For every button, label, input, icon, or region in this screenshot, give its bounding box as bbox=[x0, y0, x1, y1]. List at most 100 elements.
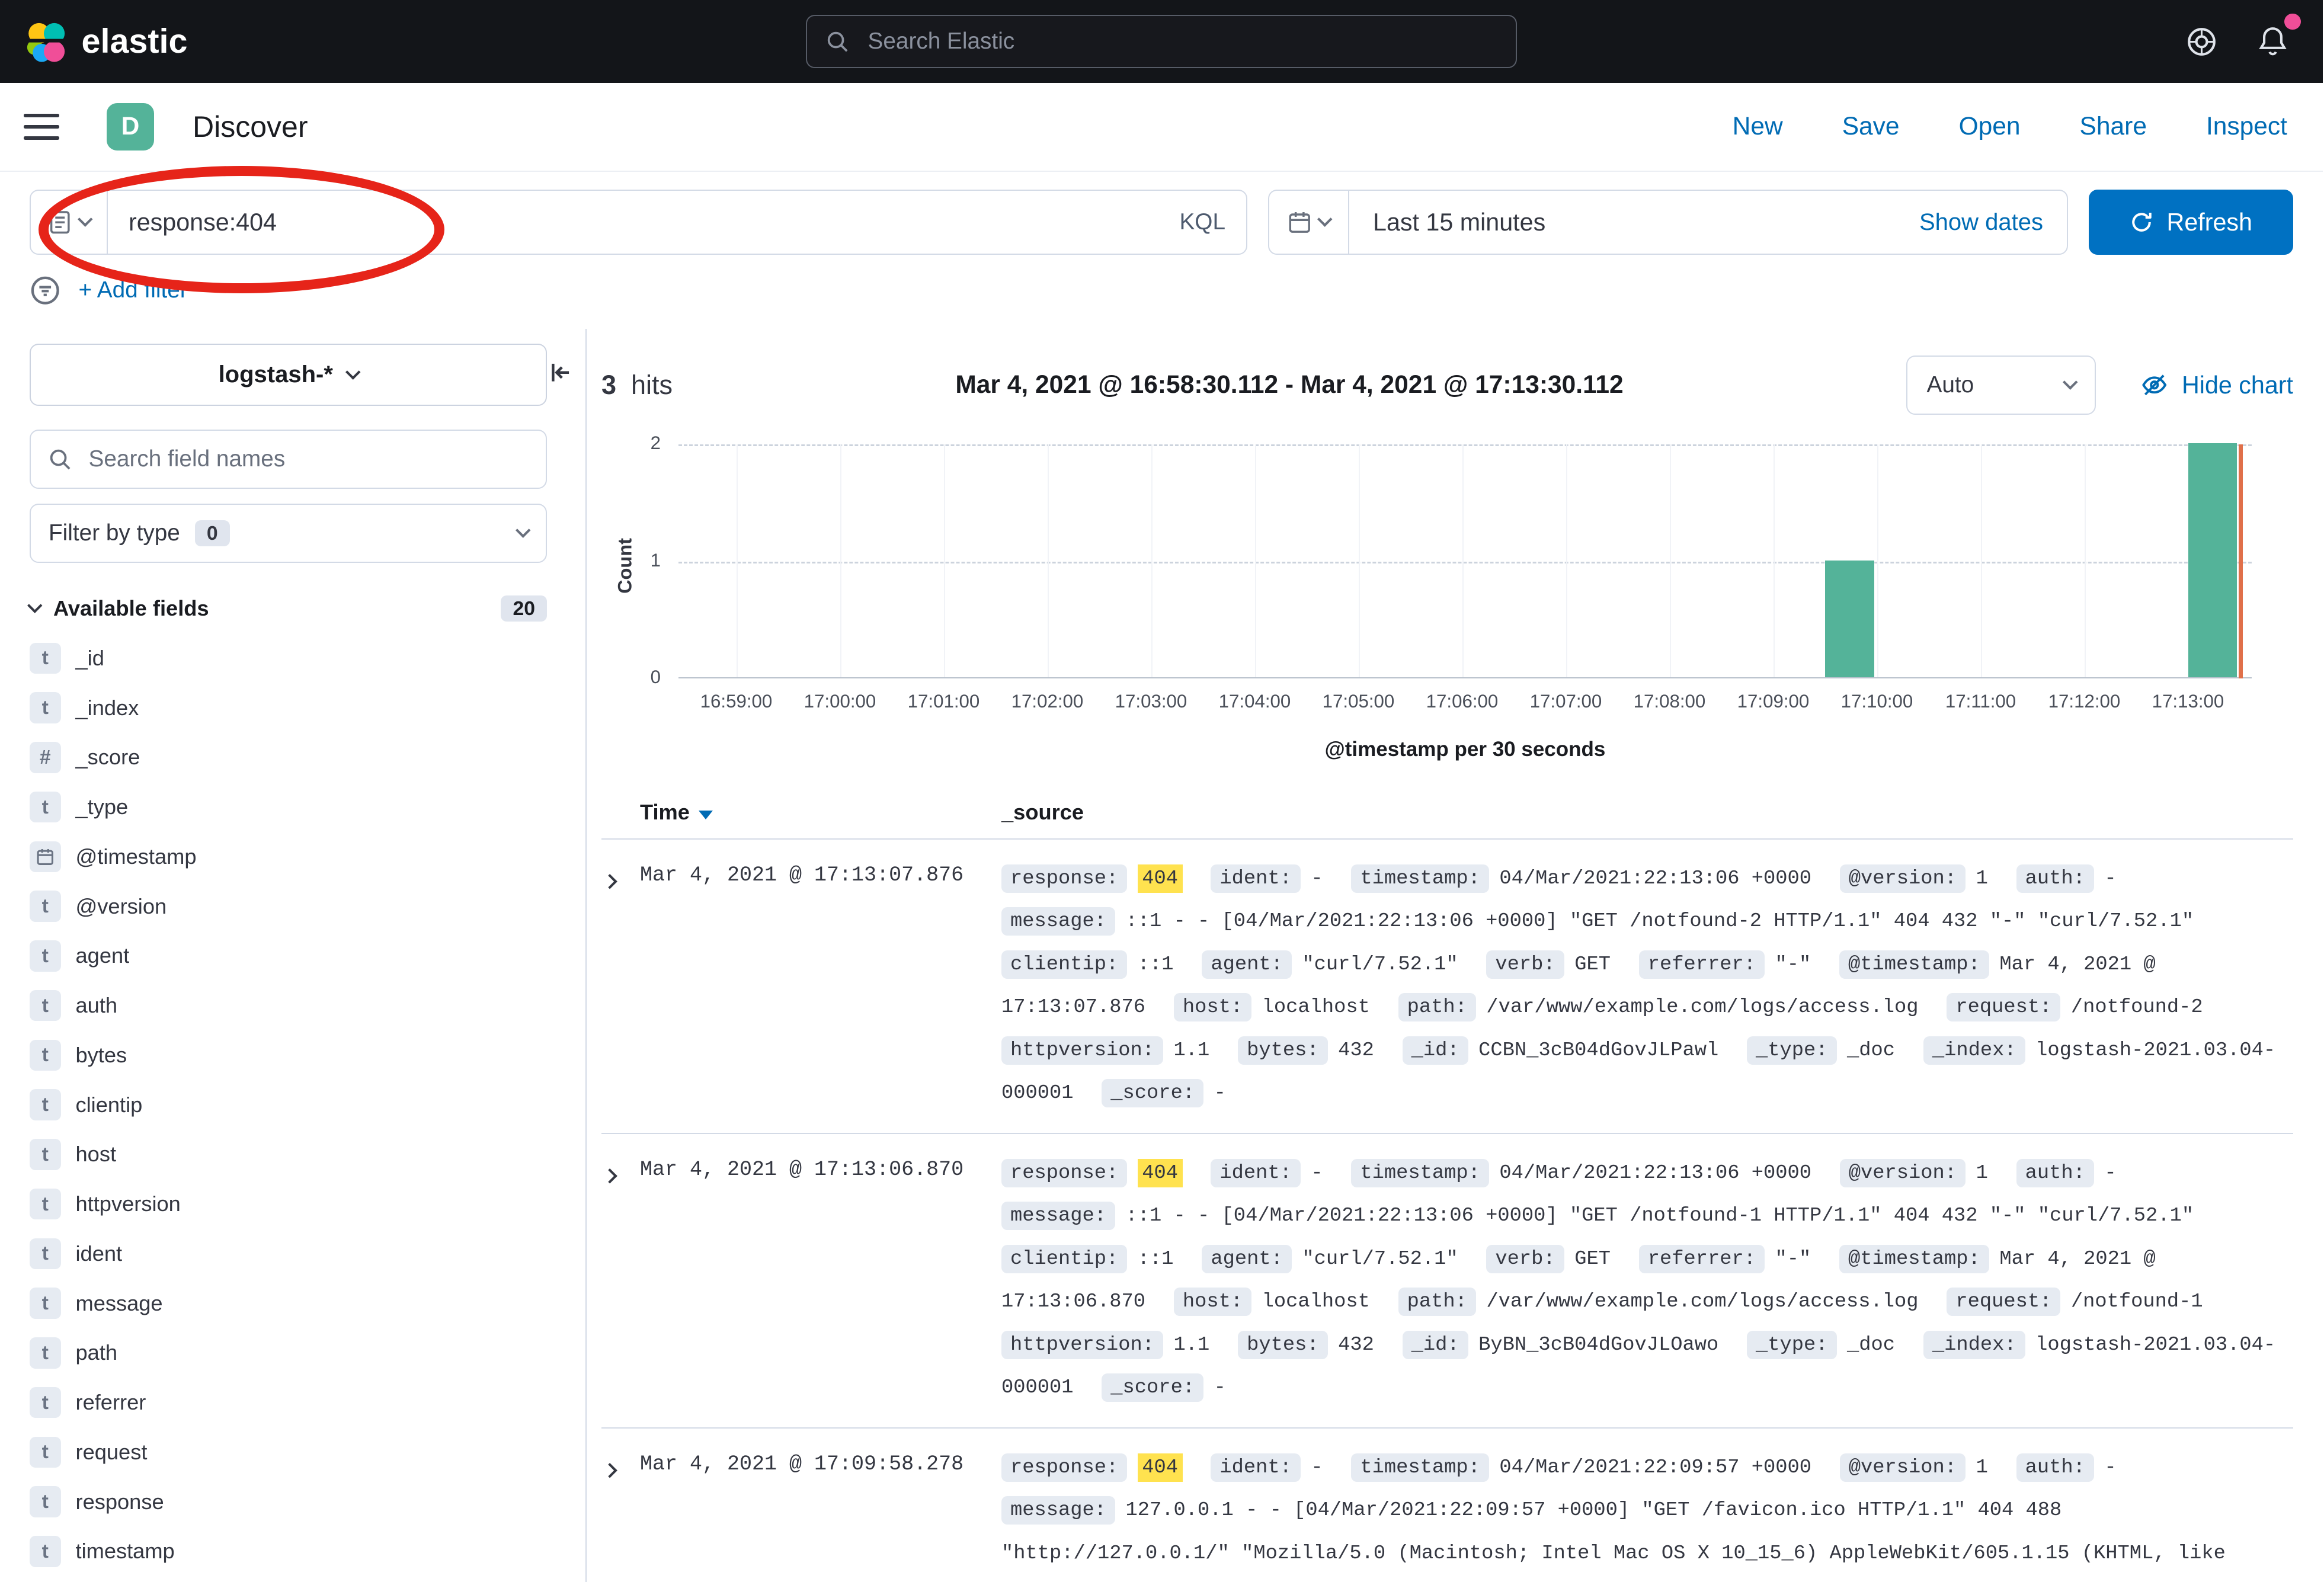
field-item-agent[interactable]: tagent bbox=[30, 931, 547, 981]
field-value: 04/Mar/2021:22:13:06 +0000 bbox=[1499, 1162, 1811, 1184]
field-type-icon: t bbox=[30, 643, 61, 674]
expand-row-button[interactable] bbox=[601, 1152, 640, 1410]
field-key-badge: host: bbox=[1174, 1288, 1251, 1316]
field-type-icon: t bbox=[30, 990, 61, 1021]
collapse-sidebar-button[interactable] bbox=[547, 358, 577, 388]
field-search[interactable] bbox=[30, 430, 547, 489]
hits-label: hits bbox=[631, 370, 673, 401]
add-filter-button[interactable]: + Add filter bbox=[79, 277, 188, 303]
interval-select[interactable]: Auto bbox=[1906, 356, 2096, 415]
field-search-input[interactable] bbox=[86, 445, 530, 474]
query-input[interactable]: response:404 KQL bbox=[30, 190, 1247, 255]
field-key-badge: @timestamp: bbox=[1839, 950, 1989, 979]
fields-sidebar: logstash-* Filter by type bbox=[0, 329, 587, 1582]
field-type-icon: t bbox=[30, 1536, 61, 1567]
date-quick-select-button[interactable] bbox=[1269, 191, 1349, 254]
filter-bar: + Add filter bbox=[0, 264, 2323, 329]
field-key-badge: ident: bbox=[1211, 1453, 1301, 1482]
field-name: request bbox=[76, 1440, 148, 1465]
expand-row-button[interactable] bbox=[601, 1446, 640, 1582]
field-value: _doc bbox=[1847, 1334, 1895, 1356]
field-key-badge: message: bbox=[1001, 1202, 1115, 1230]
field-item-_index[interactable]: t_index bbox=[30, 683, 547, 733]
hide-chart-button[interactable]: Hide chart bbox=[2140, 371, 2293, 399]
time-column-header[interactable]: Time bbox=[640, 800, 1001, 825]
field-item-auth[interactable]: tauth bbox=[30, 981, 547, 1030]
results-header: 3 hits Mar 4, 2021 @ 16:58:30.112 - Mar … bbox=[601, 353, 2293, 418]
discover-page: elastic bbox=[0, 0, 2323, 1582]
field-key-badge: ident: bbox=[1211, 1159, 1301, 1187]
field-key-badge: response: bbox=[1001, 1453, 1127, 1482]
nav-action-open[interactable]: Open bbox=[1959, 113, 2021, 141]
field-key-badge: _index: bbox=[1923, 1331, 2025, 1359]
filter-by-type-dropdown[interactable]: Filter by type 0 bbox=[30, 504, 547, 563]
filter-icon[interactable] bbox=[30, 275, 61, 306]
brand[interactable]: elastic bbox=[24, 20, 188, 64]
saved-query-button[interactable] bbox=[31, 191, 108, 254]
field-type-icon: t bbox=[30, 940, 61, 972]
available-fields-header[interactable]: Available fields 20 bbox=[30, 595, 547, 622]
menu-button[interactable] bbox=[24, 114, 59, 140]
field-name: timestamp bbox=[76, 1539, 175, 1564]
field-value: "-" bbox=[1775, 1248, 1811, 1270]
nav-action-save[interactable]: Save bbox=[1842, 113, 1900, 141]
show-dates-button[interactable]: Show dates bbox=[1919, 209, 2067, 236]
filter-by-type-count: 0 bbox=[195, 520, 230, 546]
field-key-badge: clientip: bbox=[1001, 950, 1127, 979]
nav-action-share[interactable]: Share bbox=[2080, 113, 2147, 141]
field-item-host[interactable]: thost bbox=[30, 1130, 547, 1180]
discover-app-icon[interactable]: D bbox=[107, 103, 154, 150]
field-item-clientip[interactable]: tclientip bbox=[30, 1080, 547, 1130]
doc-source: response:404 ident:- timestamp:04/Mar/20… bbox=[1001, 1446, 2293, 1582]
nav-action-new[interactable]: New bbox=[1733, 113, 1783, 141]
chevron-down-icon bbox=[78, 212, 92, 227]
field-type-icon: t bbox=[30, 1437, 61, 1468]
histogram-bar[interactable] bbox=[1825, 561, 1874, 678]
field-item-httpversion[interactable]: thttpversion bbox=[30, 1179, 547, 1229]
field-key-badge: _id: bbox=[1403, 1331, 1468, 1359]
field-name: agent bbox=[76, 943, 130, 968]
field-key-badge: httpversion: bbox=[1001, 1036, 1163, 1065]
field-value: 1.1 bbox=[1174, 1334, 1210, 1356]
histogram-bar[interactable] bbox=[2188, 443, 2237, 677]
field-item-@version[interactable]: t@version bbox=[30, 882, 547, 931]
app-navbar: D Discover NewSaveOpenShareInspect bbox=[0, 83, 2323, 172]
field-type-icon: t bbox=[30, 1040, 61, 1071]
index-pattern-select[interactable]: logstash-* bbox=[30, 344, 547, 406]
query-language-button[interactable]: KQL bbox=[1158, 209, 1246, 235]
field-value: - bbox=[2104, 1456, 2116, 1479]
chevron-down-icon bbox=[516, 523, 530, 538]
doc-table-row: Mar 4, 2021 @ 17:09:58.278response:404 i… bbox=[601, 1429, 2293, 1582]
field-item-response[interactable]: tresponse bbox=[30, 1477, 547, 1527]
time-range-text[interactable]: Last 15 minutes bbox=[1349, 209, 1919, 236]
field-key-badge: _type: bbox=[1747, 1331, 1837, 1359]
field-item-ident[interactable]: tident bbox=[30, 1229, 547, 1279]
field-name: clientip bbox=[76, 1093, 143, 1117]
global-header-actions bbox=[2184, 24, 2299, 59]
field-item-_id[interactable]: t_id bbox=[30, 633, 547, 683]
nav-action-inspect[interactable]: Inspect bbox=[2206, 113, 2287, 141]
expand-row-button[interactable] bbox=[601, 857, 640, 1115]
field-name: message bbox=[76, 1291, 163, 1316]
field-item-timestamp[interactable]: t timestamp bbox=[30, 1527, 547, 1577]
help-icon[interactable] bbox=[2184, 24, 2219, 59]
gridline bbox=[1151, 444, 1153, 677]
refresh-button[interactable]: Refresh bbox=[2089, 190, 2293, 255]
field-item-_type[interactable]: t_type bbox=[30, 782, 547, 832]
field-item-@timestamp[interactable]: @timestamp bbox=[30, 832, 547, 882]
field-value: /var/www/example.com/logs/access.log bbox=[1486, 1290, 1918, 1313]
field-key-badge: path: bbox=[1398, 1288, 1476, 1316]
query-text[interactable]: response:404 bbox=[108, 209, 1158, 236]
gridline bbox=[1566, 444, 1568, 677]
field-value: CCBN_3cB04dGovJLPawl bbox=[1478, 1039, 1718, 1062]
field-item-referrer[interactable]: treferrer bbox=[30, 1378, 547, 1427]
field-item-path[interactable]: tpath bbox=[30, 1328, 547, 1378]
field-item-bytes[interactable]: tbytes bbox=[30, 1030, 547, 1080]
field-item-request[interactable]: t request bbox=[30, 1427, 547, 1477]
field-type-icon: # bbox=[30, 742, 61, 773]
alerts-icon[interactable] bbox=[2255, 24, 2290, 59]
field-item-_score[interactable]: #_score bbox=[30, 733, 547, 783]
field-item-message[interactable]: tmessage bbox=[30, 1279, 547, 1328]
global-search-input[interactable] bbox=[865, 27, 1499, 56]
global-search[interactable] bbox=[806, 15, 1517, 68]
